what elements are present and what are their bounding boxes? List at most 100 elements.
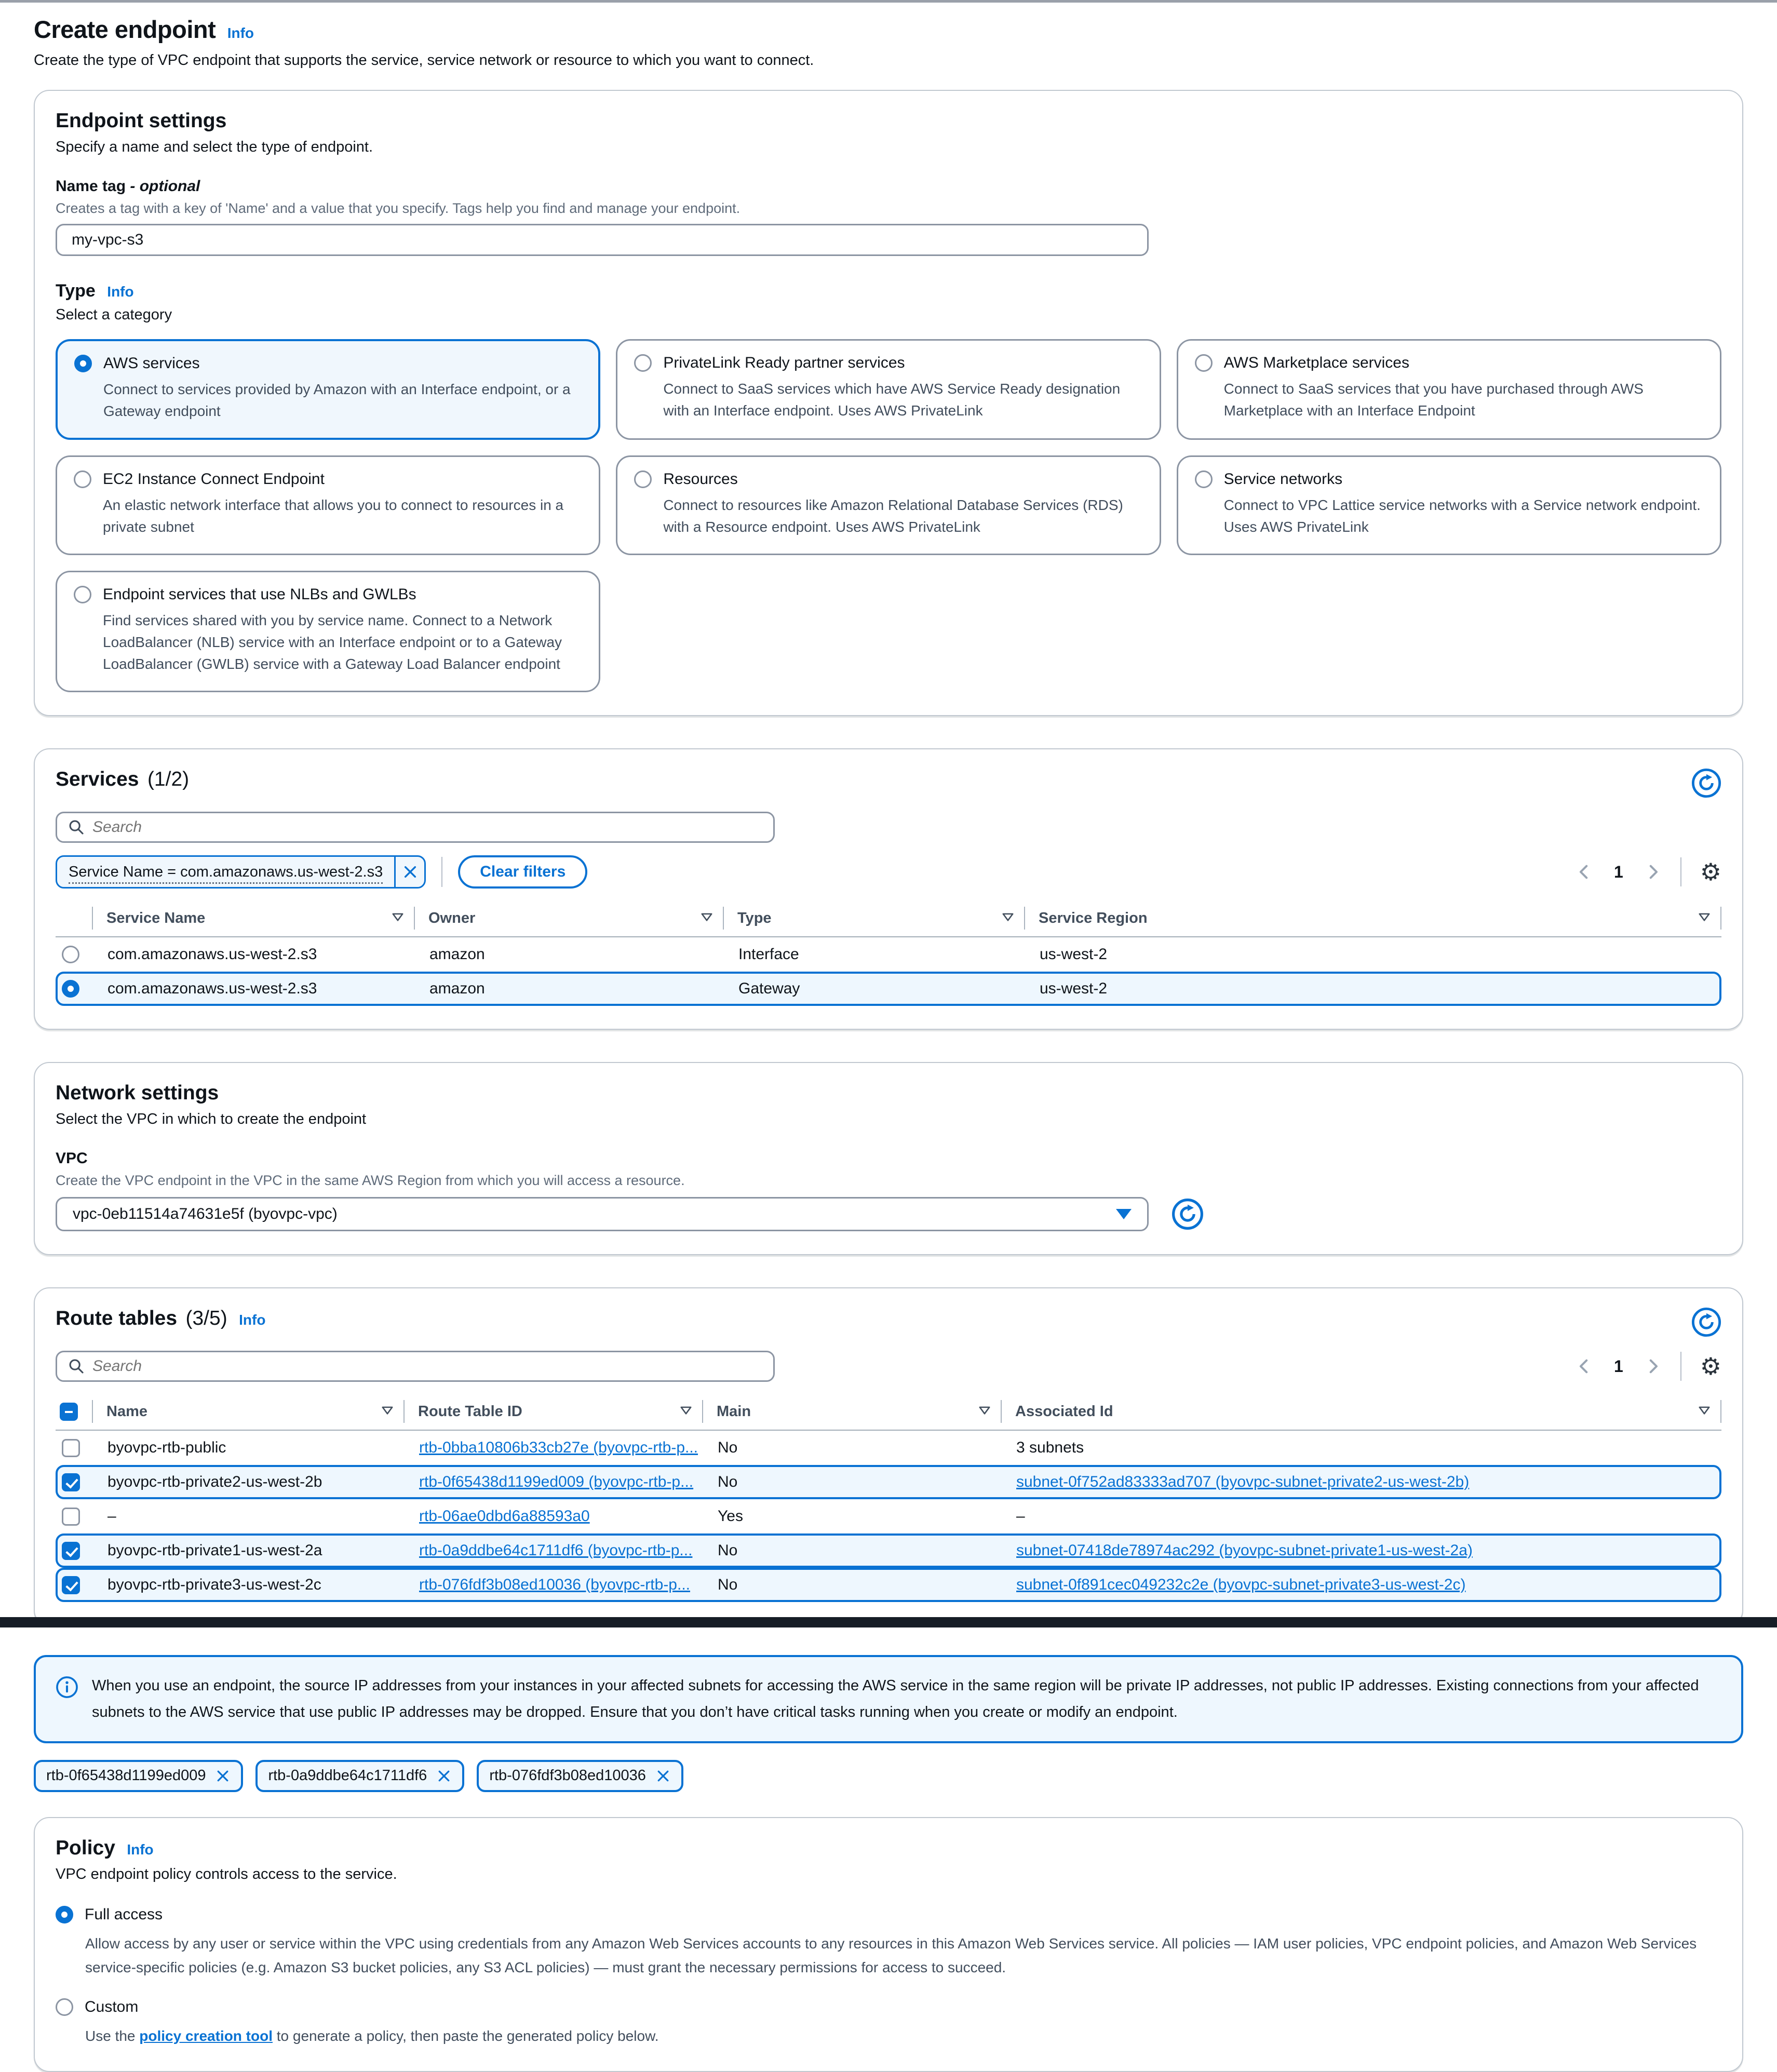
- next-page-button[interactable]: [1644, 863, 1662, 881]
- chevron-down-icon: [1116, 1209, 1132, 1219]
- type-option-aws-services[interactable]: AWS services Connect to services provide…: [56, 339, 600, 440]
- type-label: Type: [56, 281, 96, 301]
- route-table-token[interactable]: rtb-0a9ddbe64c1711df6: [255, 1760, 464, 1792]
- refresh-icon: [1691, 1307, 1721, 1337]
- table-settings-button[interactable]: ⚙: [1700, 1354, 1721, 1378]
- next-page-button[interactable]: [1644, 1357, 1662, 1375]
- subnet-link[interactable]: subnet-0f752ad83333ad707 (byovpc-subnet-…: [1016, 1473, 1469, 1490]
- vpc-refresh-button[interactable]: [1172, 1198, 1204, 1230]
- filter-column-icon[interactable]: [1698, 1405, 1711, 1418]
- name-tag-help: Creates a tag with a key of 'Name' and a…: [56, 200, 1721, 217]
- current-page: 1: [1607, 1357, 1631, 1376]
- radio-icon[interactable]: [634, 354, 652, 372]
- service-name-filter-token[interactable]: Service Name = com.amazonaws.us-west-2.s…: [56, 855, 426, 889]
- policy-subtitle: VPC endpoint policy controls access to t…: [56, 1866, 1721, 1883]
- clear-filters-button[interactable]: Clear filters: [458, 855, 587, 889]
- remove-filter-icon[interactable]: [394, 857, 424, 887]
- prev-page-button[interactable]: [1576, 1357, 1593, 1375]
- radio-selected-icon[interactable]: [74, 355, 92, 372]
- type-option-resources[interactable]: Resources Connect to resources like Amaz…: [616, 455, 1161, 555]
- vpc-select[interactable]: vpc-0eb11514a74631e5f (byovpc-vpc): [56, 1197, 1149, 1231]
- filter-column-icon[interactable]: [679, 1405, 693, 1418]
- column-header-owner: Owner: [414, 907, 723, 930]
- create-endpoint-page: Create endpoint Info Create the type of …: [0, 3, 1777, 2072]
- route-tables-search-input[interactable]: [92, 1357, 763, 1375]
- route-tables-title: Route tables: [56, 1307, 177, 1329]
- service-row-interface[interactable]: com.amazonaws.us-west-2.s3 amazon Interf…: [56, 937, 1721, 972]
- route-table-row-public[interactable]: byovpc-rtb-public rtb-0bba10806b33cb27e …: [56, 1431, 1721, 1465]
- filter-column-icon[interactable]: [1698, 911, 1711, 925]
- filter-column-icon[interactable]: [1001, 911, 1015, 925]
- subnet-link[interactable]: subnet-07418de78974ac292 (byovpc-subnet-…: [1016, 1542, 1473, 1559]
- route-table-id-link[interactable]: rtb-0bba10806b33cb27e (byovpc-rtb-p...: [419, 1439, 698, 1456]
- route-table-id-link[interactable]: rtb-0a9ddbe64c1711df6 (byovpc-rtb-p...: [419, 1542, 692, 1559]
- route-table-row-main[interactable]: – rtb-06ae0dbd6a88593a0 Yes –: [56, 1499, 1721, 1533]
- route-tables-info-link[interactable]: Info: [239, 1312, 265, 1328]
- route-table-row-private3[interactable]: byovpc-rtb-private3-us-west-2c rtb-076fd…: [56, 1568, 1721, 1602]
- route-table-id-link[interactable]: rtb-076fdf3b08ed10036 (byovpc-rtb-p...: [419, 1576, 690, 1593]
- remove-token-icon[interactable]: [655, 1768, 671, 1784]
- remove-token-icon[interactable]: [436, 1768, 452, 1784]
- endpoint-settings-title: Endpoint settings: [56, 110, 226, 132]
- route-table-row-private1[interactable]: byovpc-rtb-private1-us-west-2a rtb-0a9dd…: [56, 1533, 1721, 1568]
- policy-option-custom[interactable]: Custom: [56, 1998, 1721, 2016]
- radio-icon[interactable]: [634, 470, 652, 488]
- select-all-checkbox-indeterminate[interactable]: [60, 1403, 78, 1421]
- radio-icon[interactable]: [1195, 470, 1213, 488]
- prev-page-button[interactable]: [1576, 863, 1593, 881]
- type-option-ec2-instance-connect[interactable]: EC2 Instance Connect Endpoint An elastic…: [56, 455, 600, 555]
- row-checkbox-checked[interactable]: [62, 1542, 80, 1560]
- vpc-select-value: vpc-0eb11514a74631e5f (byovpc-vpc): [73, 1205, 338, 1223]
- column-header-main: Main: [702, 1400, 1001, 1423]
- service-row-gateway[interactable]: com.amazonaws.us-west-2.s3 amazon Gatewa…: [56, 972, 1721, 1006]
- filter-column-icon[interactable]: [978, 1405, 991, 1418]
- chevron-right-icon: [1644, 1357, 1662, 1375]
- services-search-input[interactable]: [92, 818, 763, 836]
- radio-icon[interactable]: [56, 1998, 73, 2016]
- row-checkbox[interactable]: [62, 1508, 80, 1526]
- radio-selected-icon[interactable]: [56, 1906, 73, 1923]
- chevron-left-icon: [1576, 863, 1593, 881]
- row-checkbox[interactable]: [62, 1439, 80, 1457]
- route-tables-table: Name Route Table ID Main: [56, 1396, 1721, 1602]
- table-settings-button[interactable]: ⚙: [1700, 860, 1721, 884]
- subnet-link[interactable]: subnet-0f891cec049232c2e (byovpc-subnet-…: [1016, 1576, 1465, 1593]
- type-option-service-networks[interactable]: Service networks Connect to VPC Lattice …: [1177, 455, 1721, 555]
- filter-column-icon[interactable]: [391, 911, 405, 925]
- chevron-left-icon: [1576, 1357, 1593, 1375]
- policy-creation-tool-link[interactable]: policy creation tool: [139, 2028, 273, 2044]
- subnets-popover-link[interactable]: 3 subnets: [1016, 1439, 1084, 1457]
- name-tag-input[interactable]: [56, 224, 1149, 256]
- endpoint-settings-card: Endpoint settings Specify a name and sel…: [34, 90, 1743, 716]
- page-info-link[interactable]: Info: [227, 25, 254, 41]
- policy-info-link[interactable]: Info: [127, 1841, 153, 1858]
- route-table-token[interactable]: rtb-0f65438d1199ed009: [34, 1760, 243, 1792]
- radio-icon[interactable]: [1195, 354, 1213, 372]
- select-all-header: [56, 1400, 92, 1423]
- route-table-id-link[interactable]: rtb-06ae0dbd6a88593a0: [419, 1508, 590, 1525]
- refresh-icon: [1172, 1198, 1204, 1230]
- route-tables-refresh-button[interactable]: [1691, 1307, 1721, 1337]
- radio-icon[interactable]: [74, 470, 91, 488]
- banner-text: When you use an endpoint, the source IP …: [92, 1673, 1721, 1726]
- search-icon: [68, 818, 85, 836]
- remove-token-icon[interactable]: [215, 1768, 231, 1784]
- filter-column-icon[interactable]: [381, 1405, 394, 1418]
- policy-option-full-access[interactable]: Full access: [56, 1906, 1721, 1923]
- row-checkbox-checked[interactable]: [62, 1473, 80, 1491]
- route-table-id-link[interactable]: rtb-0f65438d1199ed009 (byovpc-rtb-p...: [419, 1473, 693, 1490]
- name-tag-label: Name tag - optional: [56, 178, 1721, 195]
- type-option-nlb-gwlb[interactable]: Endpoint services that use NLBs and GWLB…: [56, 571, 600, 692]
- radio-icon[interactable]: [62, 946, 79, 963]
- row-checkbox-checked[interactable]: [62, 1576, 80, 1594]
- radio-selected-icon[interactable]: [62, 980, 79, 998]
- type-info-link[interactable]: Info: [107, 284, 133, 300]
- route-table-row-private2[interactable]: byovpc-rtb-private2-us-west-2b rtb-0f654…: [56, 1465, 1721, 1499]
- filter-column-icon[interactable]: [700, 911, 714, 925]
- type-option-marketplace[interactable]: AWS Marketplace services Connect to SaaS…: [1177, 339, 1721, 440]
- radio-icon[interactable]: [74, 586, 91, 603]
- type-option-privatelink-partner[interactable]: PrivateLink Ready partner services Conne…: [616, 339, 1161, 440]
- route-tables-count: (3/5): [186, 1307, 227, 1329]
- route-table-token[interactable]: rtb-076fdf3b08ed10036: [477, 1760, 683, 1792]
- services-refresh-button[interactable]: [1691, 768, 1721, 798]
